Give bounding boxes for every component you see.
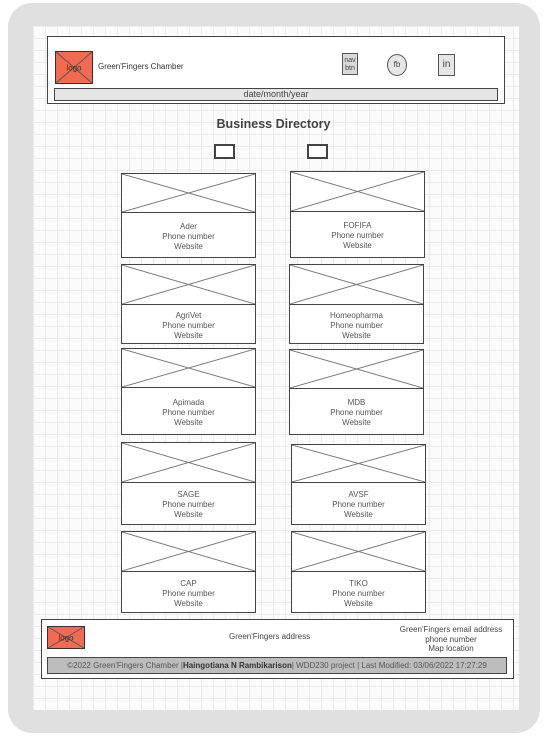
business-info: TIKO Phone number Website bbox=[291, 571, 426, 613]
business-name: AVSF bbox=[348, 490, 369, 499]
business-info: AgriVet Phone number Website bbox=[121, 304, 256, 344]
brand-name: Green'Fingers Chamber bbox=[98, 62, 184, 71]
logo-placeholder[interactable]: logo bbox=[55, 51, 93, 84]
view-toggle-button[interactable] bbox=[214, 144, 235, 159]
page-title: Business Directory bbox=[216, 117, 331, 131]
business-image-placeholder bbox=[289, 349, 424, 389]
author-name: Haingotiana N Rambikarison bbox=[182, 661, 292, 670]
placeholder-cross-icon bbox=[122, 174, 255, 212]
business-website-link[interactable]: Website bbox=[122, 418, 255, 428]
business-name: AgriVet bbox=[175, 311, 202, 320]
business-phone: Phone number bbox=[162, 321, 215, 330]
business-info: Apimada Phone number Website bbox=[121, 387, 256, 435]
business-phone: Phone number bbox=[332, 500, 385, 509]
business-website-link[interactable]: Website bbox=[122, 599, 255, 609]
business-info: AVSF Phone number Website bbox=[291, 482, 426, 525]
copyright-suffix: | WDD230 project | Last Modified: 03/06/… bbox=[291, 661, 487, 670]
business-image-placeholder bbox=[290, 171, 425, 212]
business-image-placeholder bbox=[291, 531, 426, 572]
business-phone: Phone number bbox=[162, 232, 215, 241]
business-image-placeholder bbox=[121, 264, 256, 305]
business-image-placeholder bbox=[289, 264, 424, 305]
business-website-link[interactable]: Website bbox=[122, 510, 255, 520]
business-website-link[interactable]: Website bbox=[290, 418, 423, 428]
business-card[interactable]: CAP Phone number Website bbox=[121, 531, 256, 613]
footer-email[interactable]: Green'Fingers email address bbox=[386, 625, 516, 635]
business-image-placeholder bbox=[121, 531, 256, 572]
business-image-placeholder bbox=[291, 444, 426, 483]
logo-label: logo bbox=[66, 63, 82, 72]
business-card[interactable]: Ader Phone number Website bbox=[121, 173, 256, 258]
footer-logo-placeholder[interactable]: logo bbox=[47, 626, 85, 649]
business-card[interactable]: MDB Phone number Website bbox=[289, 349, 424, 435]
linkedin-button[interactable]: in bbox=[438, 54, 455, 76]
business-image-placeholder bbox=[121, 348, 256, 388]
business-website-link[interactable]: Website bbox=[290, 331, 423, 341]
placeholder-cross-icon bbox=[291, 172, 424, 211]
business-website-link[interactable]: Website bbox=[292, 599, 425, 609]
footer-phone: phone number bbox=[425, 634, 477, 644]
business-info: FOFIFA Phone number Website bbox=[290, 211, 425, 258]
business-card[interactable]: SAGE Phone number Website bbox=[121, 442, 256, 525]
date-bar: date/month/year bbox=[54, 88, 498, 101]
business-website-link[interactable]: Website bbox=[122, 331, 255, 341]
business-phone: Phone number bbox=[330, 321, 383, 330]
business-phone: Phone number bbox=[162, 589, 215, 598]
business-name: TIKO bbox=[349, 579, 368, 588]
copyright-prefix: ©2022 Green'Fingers Chamber | bbox=[67, 661, 183, 670]
footer-address: Green'Fingers address bbox=[229, 632, 311, 641]
business-card[interactable]: TIKO Phone number Website bbox=[291, 531, 426, 613]
business-card[interactable]: Apimada Phone number Website bbox=[121, 348, 256, 435]
business-card[interactable]: FOFIFA Phone number Website bbox=[290, 171, 425, 258]
business-website-link[interactable]: Website bbox=[292, 510, 425, 520]
business-info: CAP Phone number Website bbox=[121, 571, 256, 613]
business-website-link[interactable]: Website bbox=[122, 242, 255, 252]
placeholder-cross-icon bbox=[290, 265, 423, 304]
business-info: Homeopharma Phone number Website bbox=[289, 304, 424, 344]
placeholder-cross-icon bbox=[292, 532, 425, 571]
footer-map-link[interactable]: Map location bbox=[386, 644, 516, 654]
business-card[interactable]: AgriVet Phone number Website bbox=[121, 264, 256, 344]
business-name: FOFIFA bbox=[343, 221, 372, 230]
facebook-button[interactable]: fb bbox=[387, 54, 407, 76]
business-phone: Phone number bbox=[162, 500, 215, 509]
business-info: MDB Phone number Website bbox=[289, 388, 424, 435]
business-name: Ader bbox=[180, 222, 197, 231]
placeholder-cross-icon bbox=[122, 265, 255, 304]
footer-logo-label: logo bbox=[58, 633, 74, 642]
business-phone: Phone number bbox=[162, 408, 215, 417]
business-phone: Phone number bbox=[330, 408, 383, 417]
placeholder-cross-icon bbox=[292, 445, 425, 482]
business-phone: Phone number bbox=[331, 231, 384, 240]
business-card[interactable]: AVSF Phone number Website bbox=[291, 444, 426, 525]
business-card[interactable]: Homeopharma Phone number Website bbox=[289, 264, 424, 344]
business-info: Ader Phone number Website bbox=[121, 212, 256, 258]
view-toggle-button[interactable] bbox=[307, 144, 328, 159]
nav-button[interactable]: nav btn bbox=[342, 53, 358, 75]
business-image-placeholder bbox=[121, 173, 256, 213]
placeholder-cross-icon bbox=[122, 532, 255, 571]
business-name: MDB bbox=[347, 398, 366, 407]
business-info: SAGE Phone number Website bbox=[121, 482, 256, 525]
business-name: SAGE bbox=[177, 490, 200, 499]
business-name: Apimada bbox=[172, 398, 205, 407]
business-phone: Phone number bbox=[332, 589, 385, 598]
placeholder-cross-icon bbox=[122, 349, 255, 387]
business-image-placeholder bbox=[121, 442, 256, 483]
copyright-bar: ©2022 Green'Fingers Chamber |Haingotiana… bbox=[47, 657, 507, 674]
business-name: CAP bbox=[180, 579, 197, 588]
placeholder-cross-icon bbox=[290, 350, 423, 388]
placeholder-cross-icon bbox=[122, 443, 255, 482]
business-name: Homeopharma bbox=[330, 311, 383, 320]
business-website-link[interactable]: Website bbox=[291, 241, 424, 251]
footer-contact: Green'Fingers email address phone number… bbox=[386, 625, 516, 654]
